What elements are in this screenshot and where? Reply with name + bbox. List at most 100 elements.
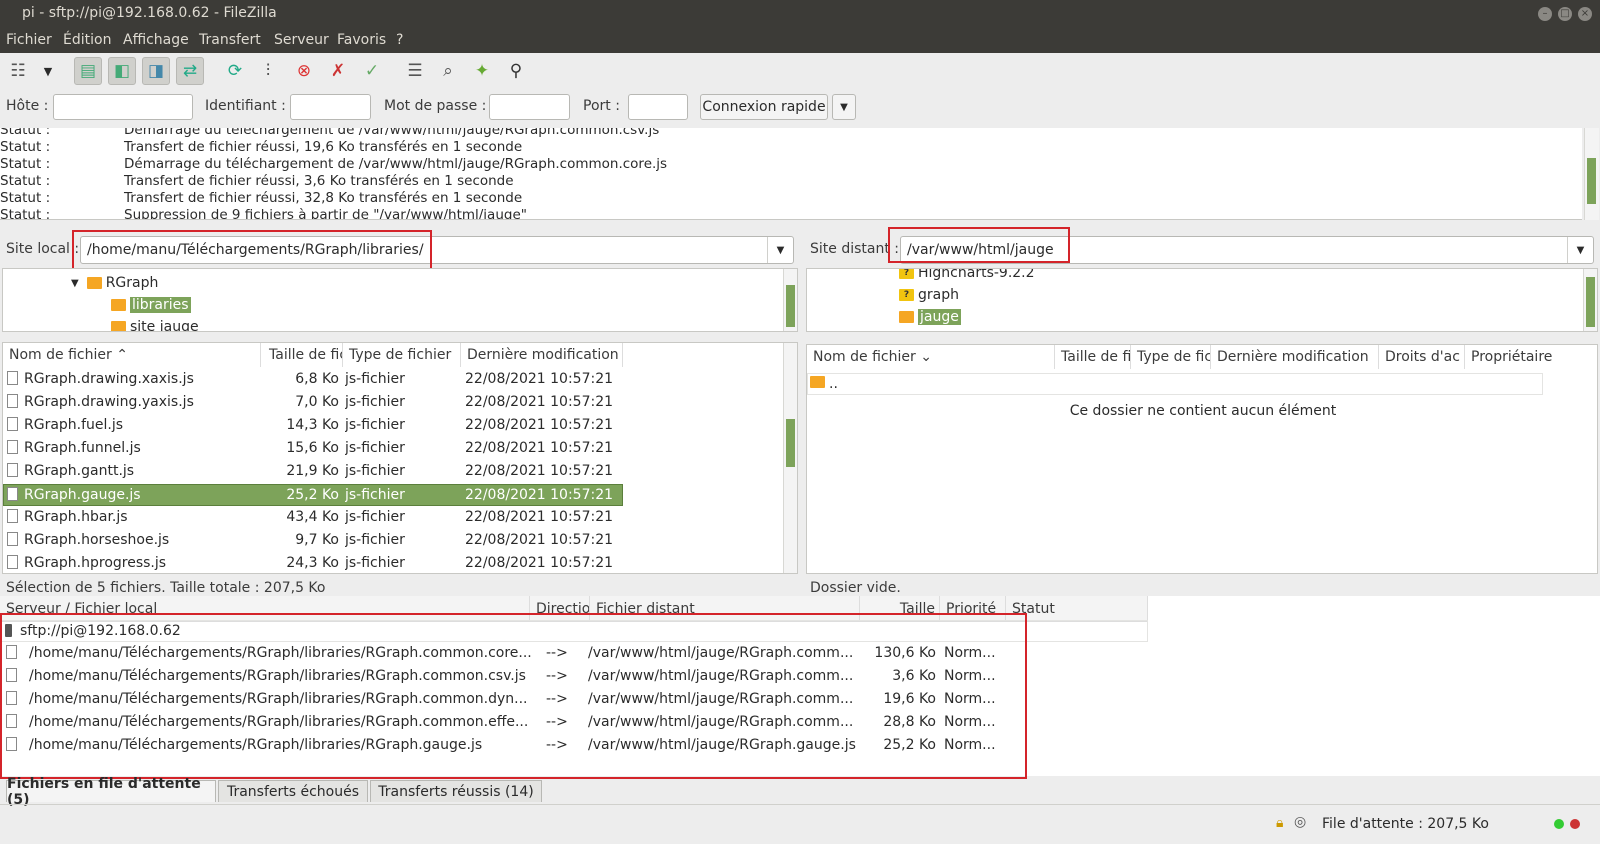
remote-file-list: Nom de fichier ⌄ Taille de fi Type de fi… xyxy=(806,344,1598,574)
user-input[interactable] xyxy=(290,94,371,120)
refresh-icon[interactable]: ⟳ xyxy=(221,57,249,85)
col-header-modified[interactable]: Dernière modification xyxy=(1211,345,1379,369)
table-row-parent[interactable]: .. xyxy=(807,373,1543,395)
col-header-type[interactable]: Type de fich xyxy=(1131,345,1211,369)
table-row[interactable]: RGraph.fuel.js 14,3 Ko js-fichier 22/08/202… xyxy=(3,415,623,437)
menu-transfert[interactable]: Transfert xyxy=(199,32,261,48)
file-size: 43,4 Ko xyxy=(286,509,339,525)
file-icon xyxy=(7,463,18,477)
speed-limit-icon[interactable]: ◎ xyxy=(1294,814,1306,830)
tree-node-libraries[interactable]: libraries xyxy=(111,295,191,315)
site-manager-icon[interactable]: ☷ xyxy=(4,57,32,85)
queue-direction: --> xyxy=(546,714,568,730)
quickconnect-dropdown-icon[interactable]: ▼ xyxy=(832,94,856,120)
tree-node-highcharts[interactable]: ? Highcharts-9.2.2 xyxy=(899,269,1035,283)
file-size: 25,2 Ko xyxy=(286,487,339,503)
log-key: Statut : xyxy=(0,128,51,138)
site-manager-dropdown-icon[interactable]: ▼ xyxy=(34,57,62,85)
toggle-remote-tree-icon[interactable]: ◨ xyxy=(142,57,170,85)
menu-fichier[interactable]: Fichier xyxy=(6,32,52,48)
queue-item[interactable]: /home/manu/Téléchargements/RGraph/librar… xyxy=(0,666,1000,688)
sync-browse-icon[interactable]: ⌕ xyxy=(434,57,462,85)
quickconnect-bar: Hôte : Identifiant : Mot de passe : Port… xyxy=(0,88,1600,126)
col-header-label: Nom de fichier xyxy=(9,347,112,363)
col-header-name[interactable]: Nom de fichier ⌄ xyxy=(807,345,1055,369)
directory-listing-filter-icon[interactable]: ☰ xyxy=(401,57,429,85)
col-header-size[interactable]: Taille xyxy=(860,596,940,622)
queue-item[interactable]: /home/manu/Téléchargements/RGraph/librar… xyxy=(0,689,1000,711)
col-header-remote-file[interactable]: Fichier distant xyxy=(590,596,860,622)
status-bar: 🔒︎ ◎ File d'attente : 207,5 Ko xyxy=(0,804,1600,844)
table-row[interactable]: RGraph.funnel.js 15,6 Ko js-fichier 22/08/2… xyxy=(3,438,623,460)
col-header-size[interactable]: Taille de fic xyxy=(263,343,343,367)
menu-serveur[interactable]: Serveur xyxy=(274,32,329,48)
col-header-name[interactable]: Nom de fichier ⌃ xyxy=(3,343,261,367)
tab-queued-files[interactable]: Fichiers en file d'attente (5) xyxy=(6,776,216,808)
remote-tree-scrollbar[interactable] xyxy=(1583,269,1597,331)
table-row[interactable]: RGraph.drawing.yaxis.js 7,0 Ko js-fichier 2… xyxy=(3,392,623,414)
table-row[interactable]: RGraph.hbar.js 43,4 Ko js-fichier 22/08/202… xyxy=(3,507,623,529)
queue-item[interactable]: /home/manu/Téléchargements/RGraph/librar… xyxy=(0,643,1000,665)
tab-successful-transfers[interactable]: Transferts réussis (14) xyxy=(370,780,542,802)
local-path-combo[interactable]: /home/manu/Téléchargements/RGraph/librar… xyxy=(80,236,794,264)
col-header-status[interactable]: Statut xyxy=(1006,596,1148,622)
file-name: .. xyxy=(829,376,838,392)
chevron-down-icon[interactable]: ▼ xyxy=(767,237,793,263)
search-icon[interactable]: ⚲ xyxy=(502,57,530,85)
password-input[interactable] xyxy=(489,94,570,120)
tree-node-graph[interactable]: ? graph xyxy=(899,285,959,305)
queue-server-row[interactable]: sftp://pi@192.168.0.62 xyxy=(0,620,1148,642)
tree-node-site-jauge[interactable]: site jauge xyxy=(111,317,199,331)
col-header-permissions[interactable]: Droits d'ac xyxy=(1379,345,1465,369)
local-list-scrollbar[interactable] xyxy=(783,343,797,573)
file-size: 21,9 Ko xyxy=(286,463,339,479)
table-row[interactable]: RGraph.horseshoe.js 9,7 Ko js-fichier 22/08… xyxy=(3,530,623,552)
disconnect-icon[interactable]: ✗ xyxy=(324,57,352,85)
process-queue-icon[interactable]: ⫶ xyxy=(254,57,282,85)
port-input[interactable] xyxy=(628,94,688,120)
menu-bar: Fichier Édition Affichage Transfert Serv… xyxy=(0,28,1600,53)
menu-favoris[interactable]: Favoris xyxy=(337,32,386,48)
queue-local-path: /home/manu/Téléchargements/RGraph/librar… xyxy=(29,714,529,730)
col-header-priority[interactable]: Priorité xyxy=(940,596,1006,622)
reconnect-icon[interactable]: ✓ xyxy=(358,57,386,85)
table-row[interactable]: RGraph.gantt.js 21,9 Ko js-fichier 22/08/20… xyxy=(3,461,623,483)
menu-help[interactable]: ? xyxy=(396,32,403,48)
toggle-queue-icon[interactable]: ⇄ xyxy=(176,57,204,85)
tree-node-rgraph[interactable]: ▼ RGraph xyxy=(71,273,158,293)
remote-status: Dossier vide. xyxy=(810,580,901,596)
minimize-icon[interactable]: – xyxy=(1538,7,1552,21)
col-header-type[interactable]: Type de fichier xyxy=(343,343,461,367)
tab-failed-transfers[interactable]: Transferts échoués xyxy=(218,780,368,802)
col-header-direction[interactable]: Directio xyxy=(530,596,590,622)
col-header-modified[interactable]: Dernière modification xyxy=(461,343,623,367)
tree-node-jauge[interactable]: jauge xyxy=(899,307,961,327)
cancel-icon[interactable]: ⊗ xyxy=(290,57,318,85)
chevron-down-icon[interactable]: ▼ xyxy=(1567,237,1593,263)
file-date: 22/08/2021 10:57:21 xyxy=(465,463,614,479)
local-tree-scrollbar[interactable] xyxy=(783,269,797,331)
toggle-log-icon[interactable]: ▤ xyxy=(74,57,102,85)
remote-path-combo[interactable]: /var/www/html/jauge ▼ xyxy=(900,236,1594,264)
log-scrollbar[interactable] xyxy=(1584,128,1599,220)
expand-arrow-icon[interactable]: ▼ xyxy=(71,278,79,289)
queue-item[interactable]: /home/manu/Téléchargements/RGraph/librar… xyxy=(0,735,1000,757)
compare-dirs-icon[interactable]: ✦ xyxy=(468,57,496,85)
quickconnect-button[interactable]: Connexion rapide xyxy=(700,94,828,120)
col-header-owner[interactable]: Propriétaire xyxy=(1465,345,1585,369)
menu-affichage[interactable]: Affichage xyxy=(123,32,189,48)
menu-edition[interactable]: Édition xyxy=(63,32,111,48)
host-input[interactable] xyxy=(53,94,193,120)
col-header-local-file[interactable]: Serveur / Fichier local xyxy=(0,596,530,622)
toggle-local-tree-icon[interactable]: ◧ xyxy=(108,57,136,85)
queue-remote-path: /var/www/html/jauge/RGraph.comm... xyxy=(588,691,854,707)
table-row[interactable]: RGraph.hprogress.js 24,3 Ko js-fichier 22/0… xyxy=(3,553,623,573)
close-icon[interactable]: × xyxy=(1578,7,1592,21)
maximize-icon[interactable]: □ xyxy=(1558,7,1572,21)
queue-item[interactable]: /home/manu/Téléchargements/RGraph/librar… xyxy=(0,712,1000,734)
col-header-size[interactable]: Taille de fi xyxy=(1055,345,1131,369)
queue-size: 19,6 Ko xyxy=(883,691,936,707)
log-message: Démarrage du téléchargement de /var/www/… xyxy=(124,128,660,138)
table-row[interactable]: RGraph.drawing.xaxis.js 6,8 Ko js-fichier 2… xyxy=(3,369,623,391)
table-row-selected[interactable]: RGraph.gauge.js 25,2 Ko js-fichier 22/08/20… xyxy=(3,484,623,506)
